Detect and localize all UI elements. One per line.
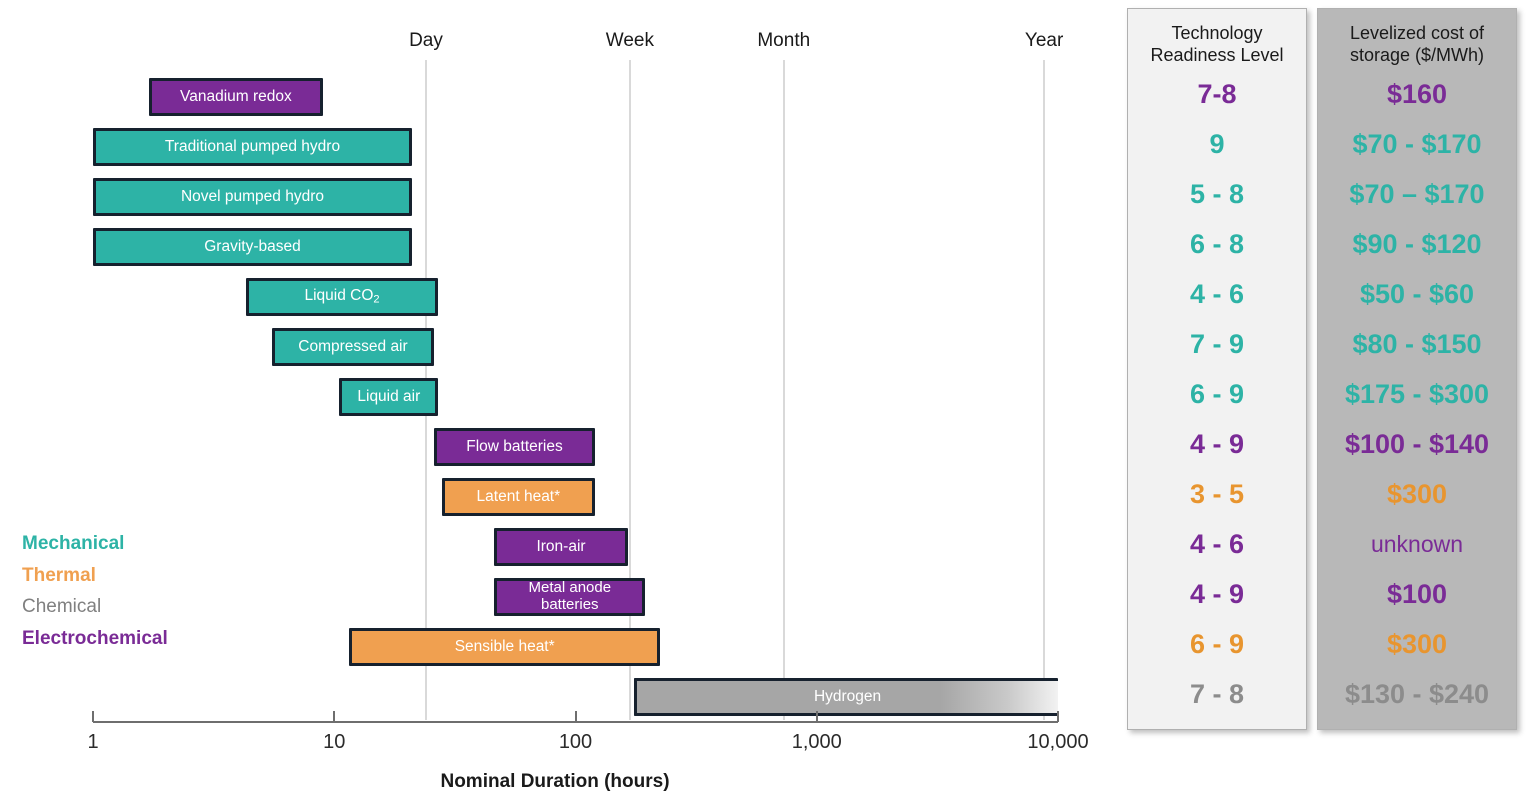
chart-root: Day Week Month Year Vanadium redox Traditiona… [0,0,1536,810]
lcos-cell: $70 – $170 [1349,178,1485,209]
trl-cell: 4 - 9 [1189,578,1245,609]
lcos-cell: $160 [1386,78,1448,109]
x-axis-tick [333,711,336,722]
x-axis-tick [574,711,577,722]
lcos-cell: $100 [1386,578,1448,609]
lcos-cell: unknown [1370,530,1464,557]
column-header-trl-line1: Technology [1171,23,1263,43]
x-axis-tick [1057,711,1059,722]
bar-sensible-heat[interactable]: Sensible heat* [348,628,661,666]
lcos-cell: $70 - $170 [1352,128,1482,159]
bar-iron-air[interactable]: Iron-air [494,528,628,566]
x-axis-title: Nominal Duration (hours) [440,771,670,792]
x-axis-tick-label: 100 [558,731,593,753]
trl-cell: 3 - 5 [1189,478,1245,509]
bar-traditional-pumped-hydro[interactable]: Traditional pumped hydro [93,128,412,166]
lcos-cell-list: $160 $70 - $170 $70 – $170 $90 - $120 $50 - … [1318,69,1516,719]
x-axis-tick [815,711,818,722]
bar-liquid-co2[interactable]: Liquid CO2 [245,278,439,316]
chart-plot-area: Day Week Month Year Vanadium redox Traditiona… [0,0,1110,810]
gridline-label-week: Week [605,30,654,51]
trl-cell: 4 - 6 [1189,528,1245,559]
column-header-trl: Technology Readiness Level [1128,9,1306,69]
column-header-lcos-line2: storage ($/MWh) [1349,44,1485,65]
gridline-label-year: Year [1024,30,1064,51]
lcos-cell: $130 - $240 [1344,678,1490,709]
bar-label: Vanadium redox [180,87,292,105]
bar-gravity-based[interactable]: Gravity-based [93,228,412,266]
trl-cell: 4 - 9 [1189,428,1245,459]
bar-label: Hydrogen [813,687,882,705]
gridline-label-month: Month [757,30,811,51]
trl-cell: 4 - 6 [1189,278,1245,309]
column-header-trl-line2: Readiness Level [1150,44,1284,65]
bar-label: Flow batteries [466,437,563,455]
bar-novel-pumped-hydro[interactable]: Novel pumped hydro [93,178,412,216]
bar-metal-anode-batteries[interactable]: Metal anode batteries [494,578,646,616]
chart-legend: Mechanical Thermal Chemical Electrochemical [22,528,168,654]
gridline-month [782,60,785,720]
bar-label: Traditional pumped hydro [164,137,341,155]
x-axis-tick [92,711,94,722]
x-axis-tick-label: 10 [323,731,346,753]
trl-cell: 7-8 [1197,78,1237,109]
trl-cell: 5 - 8 [1189,178,1245,209]
panel-technology-readiness-level: Technology Readiness Level 7-8 9 5 - 8 6 - … [1127,8,1307,730]
legend-item-mechanical[interactable]: Mechanical [22,528,168,560]
bar-label: Metal anode batteries [528,579,612,613]
bar-flow-batteries[interactable]: Flow batteries [434,428,595,466]
trl-cell-list: 7-8 9 5 - 8 6 - 8 4 - 6 7 - 9 6 - 9 4 - 9 3 - 5 4… [1128,69,1306,719]
bar-compressed-air[interactable]: Compressed air [271,328,435,366]
lcos-cell: $175 - $300 [1344,378,1490,409]
legend-item-electrochemical[interactable]: Electrochemical [22,623,168,655]
bar-label: Liquid CO2 [304,286,380,306]
bar-latent-heat[interactable]: Latent heat* [442,478,595,516]
bar-label: Latent heat* [476,487,561,505]
lcos-cell: $100 - $140 [1344,428,1490,459]
x-axis-tick-label: 1,000 [791,731,842,753]
trl-cell: 7 - 9 [1189,328,1245,359]
bar-label: Liquid air [357,387,421,405]
x-axis-tick-label: 10,000 [1027,731,1089,753]
bar-label: Iron-air [536,537,586,555]
trl-cell: 6 - 8 [1189,228,1245,259]
trl-cell: 6 - 9 [1189,378,1245,409]
bar-label: Compressed air [298,337,408,355]
gridline-year [1043,60,1046,720]
bar-label: Gravity-based [204,237,301,255]
lcos-cell: $90 - $120 [1352,228,1482,259]
x-axis-tick-label: 1 [87,731,99,753]
bar-label: Sensible heat* [454,637,555,655]
lcos-cell: $300 [1386,478,1448,509]
gridline-label-day: Day [409,30,443,51]
column-header-lcos: Levelized cost of storage ($/MWh) [1318,9,1516,69]
trl-cell: 9 [1209,128,1225,159]
legend-item-chemical[interactable]: Chemical [22,591,168,623]
gridline-week [628,60,631,720]
lcos-cell: $50 - $60 [1359,278,1475,309]
panel-levelized-cost-of-storage: Levelized cost of storage ($/MWh) $160 $7… [1317,8,1517,730]
column-header-lcos-line1: Levelized cost of [1349,23,1485,43]
bar-label: Novel pumped hydro [180,187,324,205]
bar-liquid-air[interactable]: Liquid air [339,378,439,416]
lcos-cell: $80 - $150 [1352,328,1482,359]
trl-cell: 7 - 8 [1189,678,1245,709]
bar-vanadium-redox[interactable]: Vanadium redox [148,78,324,116]
trl-cell: 6 - 9 [1189,628,1245,659]
lcos-cell: $300 [1386,628,1448,659]
legend-item-thermal[interactable]: Thermal [22,560,168,592]
bar-hydrogen[interactable]: Hydrogen [634,678,1058,716]
